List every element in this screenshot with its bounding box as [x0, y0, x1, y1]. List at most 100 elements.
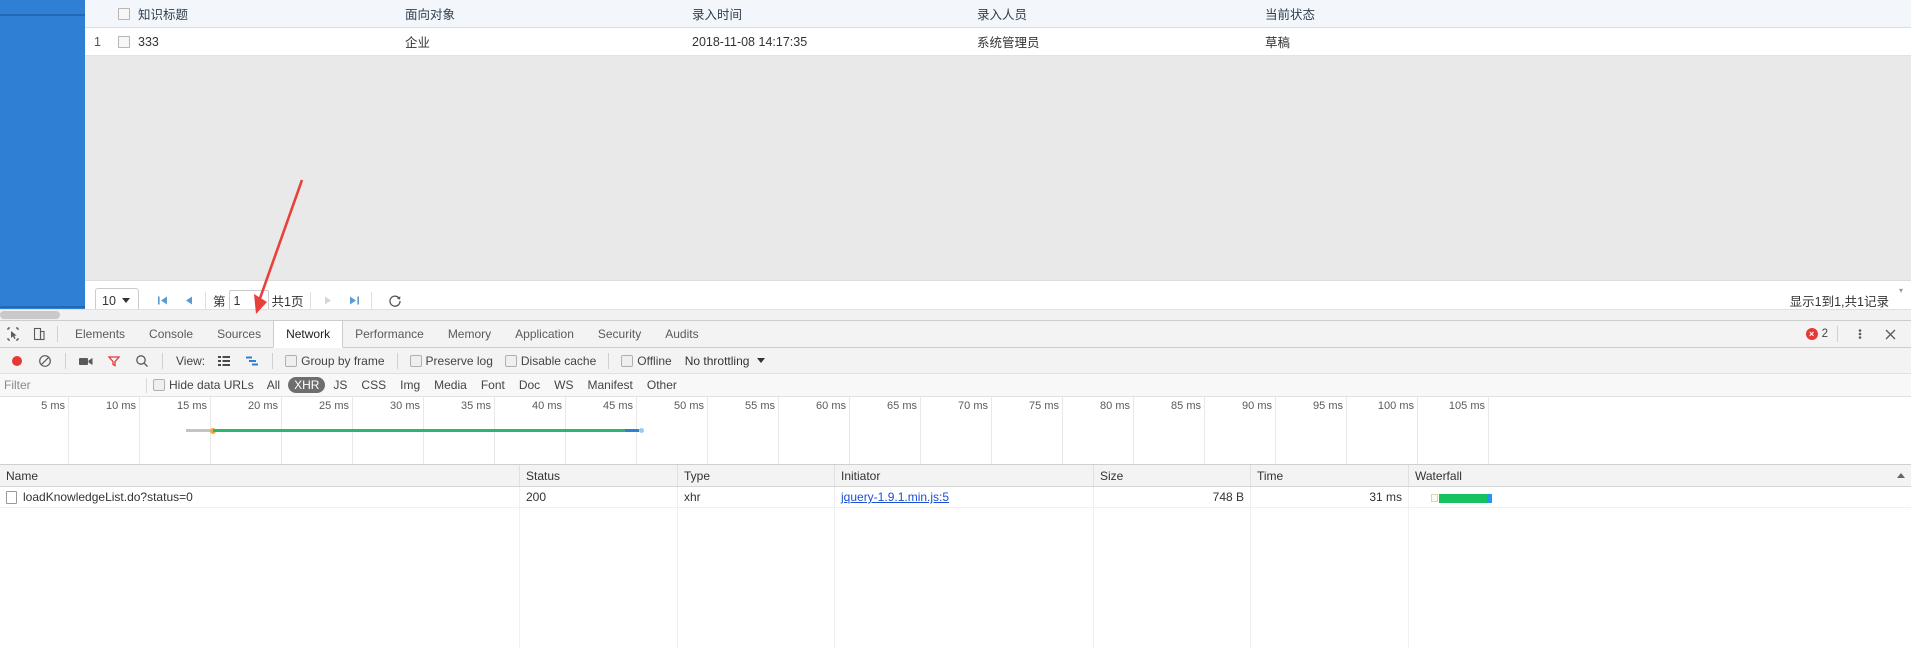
toolbar-divider-1 — [65, 352, 66, 369]
checkbox-icon[interactable] — [118, 7, 130, 20]
horizontal-scrollbar[interactable] — [0, 309, 1911, 320]
column-divider — [1250, 487, 1251, 648]
cell-request-initiator[interactable]: jquery-1.9.1.min.js:5 — [834, 487, 1093, 507]
row-select[interactable] — [110, 28, 138, 55]
header-waterfall[interactable]: Waterfall — [1408, 465, 1911, 486]
throttling-select[interactable]: No throttling — [679, 354, 772, 368]
checkbox-icon[interactable] — [409, 354, 422, 367]
close-icon[interactable] — [1877, 321, 1903, 347]
checkbox-icon[interactable] — [285, 354, 298, 367]
waterfall-segment-stalled — [1431, 494, 1438, 502]
row-index: 1 — [94, 34, 101, 49]
requests-rows: loadKnowledgeList.do?status=0 200 xhr jq… — [0, 487, 1911, 508]
header-current-status[interactable]: 当前状态 — [1265, 0, 1565, 27]
header-time[interactable]: Time — [1250, 465, 1408, 486]
filter-type-img[interactable]: Img — [394, 377, 426, 393]
header-type[interactable]: Type — [677, 465, 834, 486]
header-select-all[interactable] — [110, 0, 138, 27]
disable-cache-label: Disable cache — [520, 353, 597, 368]
filter-icon[interactable] — [101, 348, 127, 374]
filter-type-manifest[interactable]: Manifest — [582, 377, 639, 393]
record-icon[interactable] — [4, 348, 30, 374]
header-title[interactable]: 知识标题 — [138, 0, 403, 27]
disable-cache-checkbox[interactable]: Disable cache — [500, 354, 601, 368]
cell-request-name[interactable]: loadKnowledgeList.do?status=0 — [0, 487, 519, 507]
timeline-tick-label: 50 ms — [674, 400, 704, 412]
header-target-object[interactable]: 面向对象 — [405, 0, 680, 27]
initiator-link[interactable]: jquery-1.9.1.min.js:5 — [841, 490, 949, 504]
header-size[interactable]: Size — [1093, 465, 1250, 486]
tab-application[interactable]: Application — [503, 321, 586, 348]
timeline-tick: 75 ms — [1029, 397, 1063, 464]
checkbox-icon[interactable] — [621, 354, 634, 367]
camera-icon[interactable] — [73, 348, 99, 374]
tab-console[interactable]: Console — [137, 321, 205, 348]
timeline-bar-endcap — [638, 428, 644, 433]
preserve-log-label: Preserve log — [425, 353, 493, 368]
device-toolbar-icon[interactable] — [26, 321, 52, 347]
search-icon[interactable] — [129, 348, 155, 374]
tab-audits[interactable]: Audits — [653, 321, 710, 348]
timeline-tick: 105 ms — [1449, 397, 1489, 464]
header-initiator[interactable]: Initiator — [834, 465, 1093, 486]
tab-memory[interactable]: Memory — [436, 321, 503, 348]
hide-data-urls-checkbox[interactable]: Hide data URLs — [153, 378, 254, 392]
list-view-icon[interactable] — [211, 348, 237, 374]
header-status[interactable]: Status — [519, 465, 677, 486]
waterfall-bar — [1415, 487, 1905, 507]
pager-divider — [205, 291, 206, 310]
group-by-frame-checkbox[interactable]: Group by frame — [280, 354, 389, 368]
requests-header-row: Name Status Type Initiator Size Time Wat… — [0, 465, 1911, 487]
checkbox-icon[interactable] — [504, 354, 517, 367]
tab-performance[interactable]: Performance — [343, 321, 436, 348]
error-count-badge[interactable]: × 2 — [1805, 328, 1828, 340]
network-timeline-overview[interactable]: 5 ms 10 ms 15 ms 20 ms 25 ms 30 ms 35 ms 40 ms 4… — [0, 397, 1911, 465]
filter-type-media[interactable]: Media — [428, 377, 473, 393]
offline-checkbox[interactable]: Offline — [616, 354, 676, 368]
cell-entry-user: 系统管理员 — [977, 36, 1040, 50]
toolbar-divider-2 — [162, 352, 163, 369]
filter-type-doc[interactable]: Doc — [513, 377, 546, 393]
timeline-tick: 100 ms — [1378, 397, 1418, 464]
header-name[interactable]: Name — [0, 465, 519, 486]
application-pane: 知识标题 面向对象 录入时间 录入人员 当前状态 1 333 企业 2018-1… — [0, 0, 1911, 320]
scrollbar-thumb[interactable] — [0, 311, 60, 319]
sidebar-divider-top — [0, 14, 85, 16]
pagination-info: 显示1到1,共1记录 — [1789, 295, 1889, 309]
table-row[interactable]: 1 333 企业 2018-11-08 14:17:35 系统管理员 草稿 — [85, 28, 1911, 56]
tab-sources[interactable]: Sources — [205, 321, 273, 348]
timeline-tick-label: 105 ms — [1448, 400, 1485, 412]
clear-icon[interactable] — [32, 348, 58, 374]
timeline-tick-label: 70 ms — [958, 400, 988, 412]
knowledge-table: 知识标题 面向对象 录入时间 录入人员 当前状态 1 333 企业 2018-1… — [85, 0, 1911, 56]
cell-current-status: 草稿 — [1265, 36, 1291, 50]
scroll-down-arrow-icon[interactable]: ▾ — [1899, 286, 1907, 295]
filter-input[interactable] — [0, 374, 140, 396]
timeline-bar-download — [624, 429, 639, 432]
devtools-tabbar: Elements Console Sources Network Perform… — [0, 321, 1911, 348]
timeline-tick-label: 100 ms — [1377, 400, 1414, 412]
tab-elements[interactable]: Elements — [63, 321, 137, 348]
timeline-tick-label: 15 ms — [177, 400, 207, 412]
tab-network[interactable]: Network — [273, 321, 344, 348]
request-row[interactable]: loadKnowledgeList.do?status=0 200 xhr jq… — [0, 487, 1911, 508]
cell-request-waterfall[interactable] — [1408, 487, 1911, 507]
cell-entry-time: 2018-11-08 14:17:35 — [692, 34, 808, 49]
header-entry-time[interactable]: 录入时间 — [692, 0, 972, 27]
more-options-icon[interactable] — [1847, 321, 1873, 347]
filter-type-ws[interactable]: WS — [548, 377, 579, 393]
filter-type-other[interactable]: Other — [641, 377, 683, 393]
inspect-element-icon[interactable] — [0, 321, 26, 347]
checkbox-icon[interactable] — [118, 35, 130, 48]
filter-type-css[interactable]: CSS — [355, 377, 392, 393]
tab-security[interactable]: Security — [586, 321, 653, 348]
waterfall-view-icon[interactable] — [239, 348, 265, 374]
filter-type-font[interactable]: Font — [475, 377, 511, 393]
filter-type-xhr[interactable]: XHR — [288, 377, 326, 393]
cell-request-time: 31 ms — [1250, 487, 1408, 507]
filter-type-all[interactable]: All — [261, 377, 286, 393]
header-entry-user[interactable]: 录入人员 — [977, 0, 1257, 27]
preserve-log-checkbox[interactable]: Preserve log — [405, 354, 498, 368]
checkbox-icon[interactable] — [153, 379, 165, 391]
filter-type-js[interactable]: JS — [327, 377, 353, 393]
